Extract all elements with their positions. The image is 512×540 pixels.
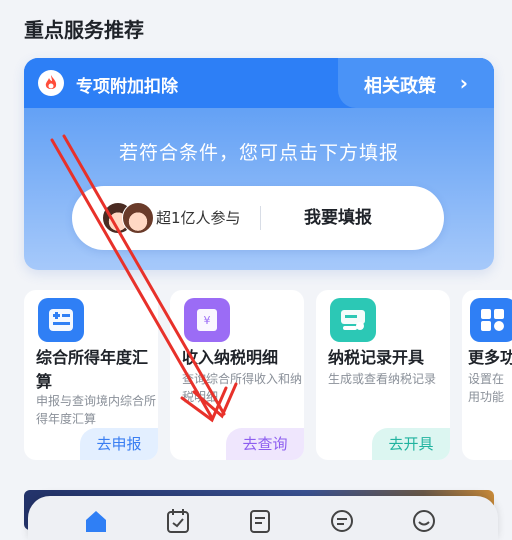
annotation-arrow — [50, 134, 238, 423]
